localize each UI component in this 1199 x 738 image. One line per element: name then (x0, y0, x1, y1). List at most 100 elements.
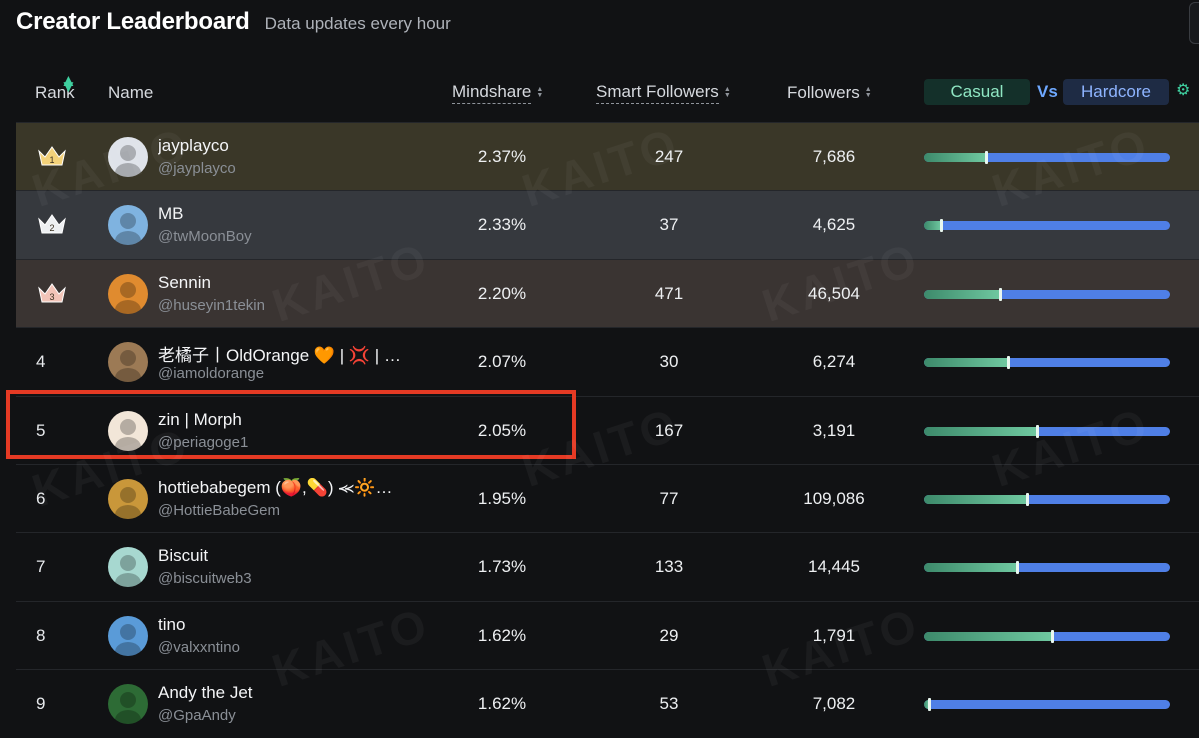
avatar[interactable] (108, 479, 148, 519)
avatar[interactable] (108, 137, 148, 177)
smart-followers-value: 29 (659, 625, 679, 645)
casual-hardcore-bar (924, 219, 1170, 233)
creator-name[interactable]: hottiebabegem (🍑,💊) ⪻🔆… (158, 478, 393, 498)
followers-value: 46,504 (808, 283, 860, 303)
creator-name[interactable]: tino (158, 615, 185, 635)
hardcore-bar-track (924, 358, 1170, 368)
avatar-hottie (115, 487, 141, 519)
creator-handle[interactable]: @GpaAndy (158, 707, 236, 724)
followers-value: 1,791 (812, 625, 856, 645)
table-row[interactable]: 2 MB @twMoonBoy 2.33% 37 4,625 (16, 190, 1199, 260)
smart-followers-value: 53 (659, 694, 679, 714)
followers-value: 109,086 (803, 489, 865, 508)
avatar[interactable] (108, 205, 148, 246)
avatar-biscuit (115, 555, 141, 588)
creator-handle[interactable]: @twMoonBoy (158, 228, 252, 245)
creator-handle[interactable]: @iamoldorange (158, 365, 264, 382)
hardcore-bar-track (924, 426, 1170, 436)
bar-marker (940, 219, 943, 233)
hardcore-bar-track (924, 563, 1170, 573)
sort-icon: ▲ ▼ (864, 86, 872, 99)
highlight-box (6, 390, 576, 459)
mindshare-value: 2.33% (477, 215, 527, 235)
crown-icon: 3 (38, 282, 66, 303)
creator-name[interactable]: Andy the Jet (158, 683, 253, 703)
table-row[interactable]: 6 hottiebabegem (🍑,💊) ⪻🔆… @HottieBabeGem 1.… (16, 464, 1199, 533)
hardcore-bar-track (924, 631, 1170, 641)
avatar[interactable] (108, 273, 148, 314)
creator-handle[interactable]: @biscuitweb3 (158, 570, 252, 587)
column-header-mindshare[interactable]: Mindshare ▲ ▼ (452, 78, 543, 108)
creator-name[interactable]: Biscuit (158, 546, 208, 566)
mindshare-value: 1.73% (477, 557, 527, 577)
bar-marker (1036, 424, 1039, 438)
casual-filter-button[interactable]: Casual (924, 79, 1030, 105)
avatar[interactable] (108, 342, 148, 383)
page-subtitle: Data updates every hour (264, 14, 451, 33)
casual-hardcore-bar (924, 698, 1170, 712)
crown-icon: 2 (38, 214, 66, 234)
casual-bar-fill (924, 221, 941, 231)
column-header-name: Name (108, 78, 153, 108)
avatar[interactable] (108, 684, 148, 725)
table-row[interactable]: 7 Biscuit @biscuitweb3 1.73% 133 14,445 (16, 532, 1199, 601)
column-header-smart-followers[interactable]: Smart Followers ▲ ▼ (596, 78, 731, 108)
rank-number: 7 (36, 557, 46, 577)
creator-handle[interactable]: @valxxntino (158, 639, 240, 656)
rank-number: 8 (36, 625, 46, 645)
avatar-sennin (115, 281, 141, 314)
crown-rank-number: 2 (49, 223, 54, 233)
column-header-smart-followers-label: Smart Followers (596, 82, 719, 104)
gear-icon[interactable]: ⚙ (1176, 80, 1190, 100)
avatar-oldorange (115, 350, 141, 383)
creator-handle[interactable]: @huseyin1tekin (158, 297, 265, 314)
creator-name[interactable]: Sennin (158, 273, 211, 293)
bar-marker (985, 151, 988, 164)
page-title: Creator Leaderboard (16, 8, 250, 35)
bar-marker (928, 698, 931, 712)
bar-marker (1051, 629, 1054, 643)
bar-marker (1016, 561, 1019, 575)
table-row[interactable]: 3 Sennin @huseyin1tekin 2.20% 471 46,504 (16, 258, 1199, 328)
avatar[interactable] (108, 615, 148, 656)
casual-hardcore-bar (924, 151, 1170, 164)
table-row[interactable]: 8 tino @valxxntino 1.62% 29 1,791 (16, 600, 1199, 670)
creator-handle[interactable]: @jayplayco (158, 160, 236, 177)
casual-bar-fill (924, 631, 1052, 641)
mindshare-value: 1.62% (477, 694, 527, 714)
column-header-followers[interactable]: Followers ▲ ▼ (787, 78, 872, 108)
table-row[interactable]: 4 老橘子丨OldOrange 🧡 | 💢 | … @iamoldorange 2.0… (16, 327, 1199, 396)
crown-icon: 1 (38, 146, 66, 166)
mindshare-value: 1.95% (477, 489, 527, 508)
avatar[interactable] (108, 547, 148, 588)
creator-handle[interactable]: @HottieBabeGem (158, 502, 280, 519)
smart-followers-value: 471 (654, 283, 684, 303)
creator-name[interactable]: 老橘子丨OldOrange 🧡 | 💢 | … (158, 341, 401, 366)
followers-value: 6,274 (812, 352, 856, 372)
followers-value: 14,445 (808, 557, 860, 577)
table-row[interactable]: 1 jayplayco @jayplayco 2.37% 247 7,686 (16, 122, 1199, 191)
vs-label: Vs (1037, 82, 1058, 101)
rank-number: 6 (36, 489, 46, 508)
bar-marker (1026, 493, 1029, 506)
mindshare-value: 1.62% (477, 625, 527, 645)
avatar-tino (115, 623, 141, 656)
table-row[interactable]: 9 Andy the Jet @GpaAndy 1.62% 53 7,082 (16, 669, 1199, 738)
corner-button[interactable] (1189, 2, 1199, 44)
column-header-rank[interactable]: Rank ▲ ▼ (35, 72, 77, 108)
casual-hardcore-bar (924, 561, 1170, 575)
hardcore-bar-track (924, 289, 1170, 299)
creator-name[interactable]: jayplayco (158, 136, 229, 156)
hardcore-filter-button[interactable]: Hardcore (1063, 79, 1169, 105)
casual-bar-fill (924, 495, 1027, 504)
avatar-andy (115, 692, 141, 725)
rank-number: 4 (36, 352, 46, 372)
casual-hardcore-bar (924, 424, 1170, 438)
casual-bar-fill (924, 153, 986, 162)
bar-marker (999, 287, 1002, 301)
smart-followers-value: 167 (654, 420, 684, 440)
smart-followers-value: 37 (659, 215, 679, 235)
creator-name[interactable]: MB (158, 204, 184, 224)
followers-value: 3,191 (812, 420, 856, 440)
followers-value: 4,625 (812, 215, 856, 235)
